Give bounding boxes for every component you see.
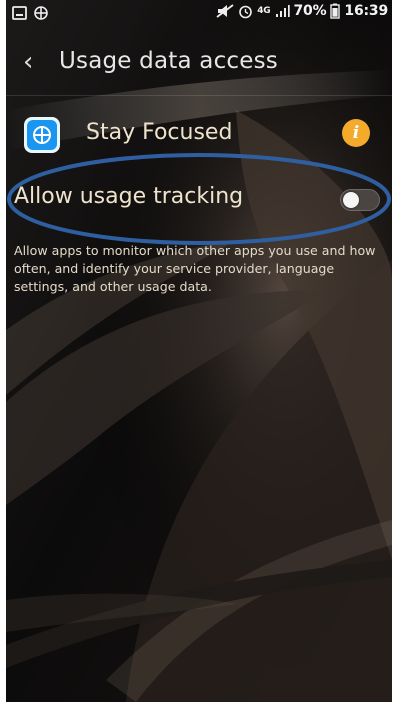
back-button[interactable]: ‹	[23, 47, 47, 77]
status-bar: 4G 70% 16:39	[6, 0, 392, 28]
usage-tracking-setting-row[interactable]: Allow usage tracking	[6, 166, 392, 232]
muted-icon	[216, 4, 234, 18]
app-bar: ‹ Usage data access	[6, 36, 392, 94]
setting-label: Allow usage tracking	[14, 184, 244, 209]
info-button[interactable]: i	[342, 119, 370, 147]
toggle-knob	[343, 192, 359, 208]
app-icon	[24, 117, 60, 153]
clock-time: 16:39	[344, 3, 388, 19]
status-left-icons	[12, 5, 49, 21]
page-title: Usage data access	[59, 48, 278, 74]
usage-tracking-toggle[interactable]	[340, 189, 380, 211]
status-right-icons: 4G 70% 16:39	[216, 3, 388, 19]
app-name: Stay Focused	[86, 120, 233, 145]
phone-screen: 4G 70% 16:39 ‹ Usage data access Stay Fo…	[6, 0, 392, 702]
app-row: Stay Focused i	[6, 106, 392, 162]
notification-icon	[12, 6, 27, 20]
header-divider	[6, 95, 392, 96]
battery-percent: 70%	[293, 3, 327, 19]
signal-icon	[275, 4, 290, 18]
alarm-icon	[238, 4, 253, 19]
target-icon	[27, 120, 57, 150]
chevron-left-icon: ‹	[23, 47, 34, 77]
crosshair-icon	[33, 5, 49, 21]
usage-access-description: Allow apps to monitor which other apps y…	[14, 243, 376, 294]
battery-icon	[330, 3, 341, 19]
network-type-label: 4G	[257, 5, 271, 16]
